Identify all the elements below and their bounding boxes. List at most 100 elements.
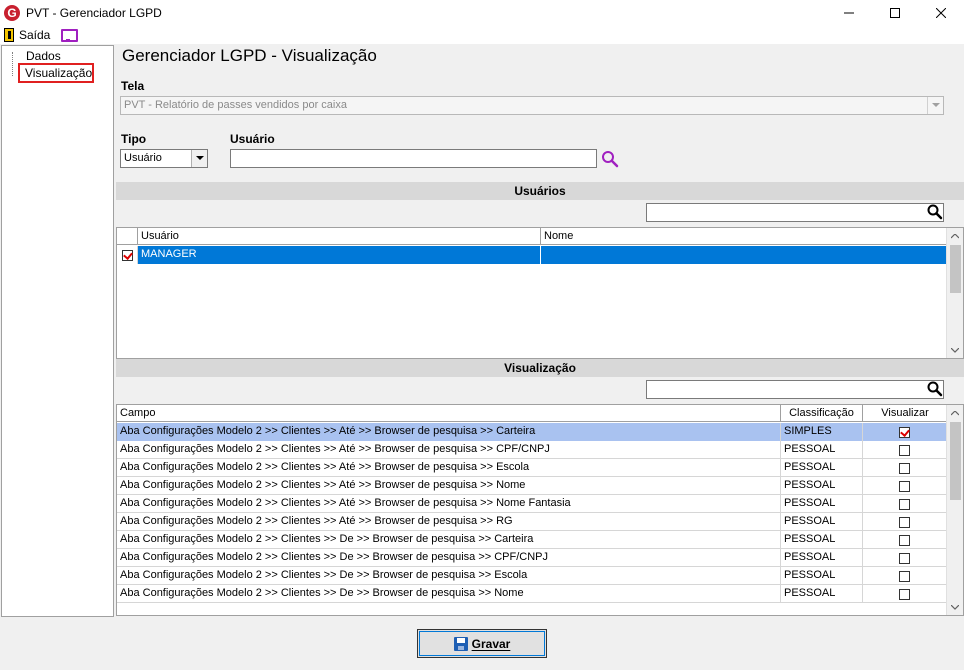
users-grid-scrollbar[interactable] bbox=[946, 228, 963, 358]
campo-cell: Aba Configurações Modelo 2 >> Clientes >… bbox=[117, 585, 781, 603]
scroll-thumb[interactable] bbox=[950, 422, 961, 500]
chevron-down-icon bbox=[951, 347, 959, 353]
window-controls bbox=[826, 0, 964, 26]
toolbar: Saída bbox=[0, 26, 964, 44]
maximize-button[interactable] bbox=[872, 0, 918, 26]
exit-button[interactable]: Saída bbox=[19, 28, 50, 42]
usuario-search-button[interactable] bbox=[601, 150, 619, 168]
scroll-down-button[interactable] bbox=[947, 599, 963, 615]
chevron-up-icon bbox=[951, 233, 959, 238]
users-filter-input[interactable] bbox=[646, 203, 944, 222]
visualizar-checkbox[interactable] bbox=[899, 444, 910, 456]
table-row[interactable]: Aba Configurações Modelo 2 >> Clientes >… bbox=[117, 459, 947, 477]
view-col-campo[interactable]: Campo bbox=[117, 405, 781, 422]
visualizar-checkbox[interactable] bbox=[899, 516, 910, 528]
table-row[interactable]: Aba Configurações Modelo 2 >> Clientes >… bbox=[117, 441, 947, 459]
classificacao-cell: PESSOAL bbox=[781, 477, 863, 495]
classificacao-cell: PESSOAL bbox=[781, 441, 863, 459]
exit-door-icon[interactable] bbox=[4, 28, 14, 42]
table-row[interactable]: Aba Configurações Modelo 2 >> Clientes >… bbox=[117, 567, 947, 585]
table-row[interactable]: Aba Configurações Modelo 2 >> Clientes >… bbox=[117, 549, 947, 567]
view-grid-scrollbar[interactable] bbox=[946, 405, 963, 615]
classificacao-cell: PESSOAL bbox=[781, 567, 863, 585]
chevron-down-icon bbox=[195, 156, 204, 160]
scroll-down-button[interactable] bbox=[947, 342, 963, 358]
row-checkbox[interactable] bbox=[121, 249, 133, 261]
visualizar-checkbox[interactable] bbox=[899, 588, 910, 600]
save-button-focus-ring bbox=[419, 631, 545, 656]
classificacao-cell: PESSOAL bbox=[781, 495, 863, 513]
users-col-nome[interactable]: Nome bbox=[541, 228, 947, 245]
visualizar-checkbox[interactable] bbox=[899, 426, 910, 438]
tipo-label: Tipo bbox=[121, 132, 147, 146]
app-logo-icon: G bbox=[4, 5, 20, 21]
visualizar-cell[interactable] bbox=[863, 477, 947, 495]
table-row[interactable]: Aba Configurações Modelo 2 >> Clientes >… bbox=[117, 423, 947, 441]
users-col-check bbox=[117, 228, 138, 245]
view-col-classificacao[interactable]: Classificação bbox=[781, 405, 863, 422]
visualizar-cell[interactable] bbox=[863, 549, 947, 567]
tree-item-visualizacao[interactable]: Visualização bbox=[18, 63, 94, 83]
classificacao-cell: SIMPLES bbox=[781, 423, 863, 441]
table-row[interactable]: Aba Configurações Modelo 2 >> Clientes >… bbox=[117, 585, 947, 603]
visualizar-checkbox[interactable] bbox=[899, 480, 910, 492]
visualizar-cell[interactable] bbox=[863, 495, 947, 513]
table-row[interactable]: MANAGER bbox=[117, 246, 947, 264]
monitor-icon[interactable] bbox=[60, 28, 79, 42]
usuario-input[interactable] bbox=[230, 149, 597, 168]
tela-select-arrow bbox=[927, 97, 943, 114]
classificacao-cell: PESSOAL bbox=[781, 549, 863, 567]
campo-cell: Aba Configurações Modelo 2 >> Clientes >… bbox=[117, 549, 781, 567]
visualizar-checkbox[interactable] bbox=[899, 534, 910, 546]
visualizar-checkbox[interactable] bbox=[899, 570, 910, 582]
tela-select-value: PVT - Relatório de passes vendidos por c… bbox=[124, 99, 347, 111]
user-nome-cell bbox=[541, 246, 947, 264]
close-button[interactable] bbox=[918, 0, 964, 26]
navigation-tree: Dados Visualização bbox=[1, 45, 114, 617]
users-grid-header: Usuário Nome bbox=[117, 228, 947, 245]
table-row[interactable]: Aba Configurações Modelo 2 >> Clientes >… bbox=[117, 495, 947, 513]
chevron-down-icon bbox=[931, 103, 940, 107]
chevron-up-icon bbox=[951, 410, 959, 415]
view-filter-input[interactable] bbox=[646, 380, 944, 399]
tipo-select-arrow[interactable] bbox=[191, 150, 207, 167]
visualizar-cell[interactable] bbox=[863, 459, 947, 477]
view-section-header: Visualização bbox=[116, 359, 964, 377]
view-filter-search-button[interactable] bbox=[927, 381, 943, 397]
table-row[interactable]: Aba Configurações Modelo 2 >> Clientes >… bbox=[117, 531, 947, 549]
visualizar-cell[interactable] bbox=[863, 567, 947, 585]
visualizar-checkbox[interactable] bbox=[899, 498, 910, 510]
user-usuario-cell: MANAGER bbox=[138, 246, 541, 264]
visualizar-cell[interactable] bbox=[863, 585, 947, 603]
chevron-down-icon bbox=[951, 604, 959, 610]
close-icon bbox=[936, 8, 946, 18]
view-grid: Campo Classificação Visualizar Aba Confi… bbox=[116, 404, 964, 616]
table-row[interactable]: Aba Configurações Modelo 2 >> Clientes >… bbox=[117, 477, 947, 495]
app-window: G PVT - Gerenciador LGPD Saída Dados Vis… bbox=[0, 0, 964, 670]
visualizar-checkbox[interactable] bbox=[899, 552, 910, 564]
users-section-header: Usuários bbox=[116, 182, 964, 200]
visualizar-cell[interactable] bbox=[863, 423, 947, 441]
users-col-usuario[interactable]: Usuário bbox=[138, 228, 541, 245]
tipo-select[interactable]: Usuário bbox=[120, 149, 208, 168]
campo-cell: Aba Configurações Modelo 2 >> Clientes >… bbox=[117, 459, 781, 477]
table-row[interactable]: Aba Configurações Modelo 2 >> Clientes >… bbox=[117, 513, 947, 531]
minimize-icon bbox=[844, 12, 854, 14]
visualizar-cell[interactable] bbox=[863, 441, 947, 459]
row-checkbox-cell[interactable] bbox=[117, 246, 138, 264]
campo-cell: Aba Configurações Modelo 2 >> Clientes >… bbox=[117, 513, 781, 531]
visualizar-cell[interactable] bbox=[863, 531, 947, 549]
minimize-button[interactable] bbox=[826, 0, 872, 26]
visualizar-checkbox[interactable] bbox=[899, 462, 910, 474]
floppy-disk-icon bbox=[453, 636, 468, 651]
scroll-up-button[interactable] bbox=[947, 228, 963, 244]
tree-item-dados[interactable]: Dados bbox=[24, 49, 63, 64]
users-filter-search-button[interactable] bbox=[927, 204, 943, 220]
visualizar-cell[interactable] bbox=[863, 513, 947, 531]
view-col-visualizar[interactable]: Visualizar bbox=[863, 405, 947, 422]
scroll-thumb[interactable] bbox=[950, 245, 961, 293]
scroll-up-button[interactable] bbox=[947, 405, 963, 421]
save-button[interactable]: Gravar bbox=[417, 629, 547, 658]
classificacao-cell: PESSOAL bbox=[781, 459, 863, 477]
campo-cell: Aba Configurações Modelo 2 >> Clientes >… bbox=[117, 531, 781, 549]
